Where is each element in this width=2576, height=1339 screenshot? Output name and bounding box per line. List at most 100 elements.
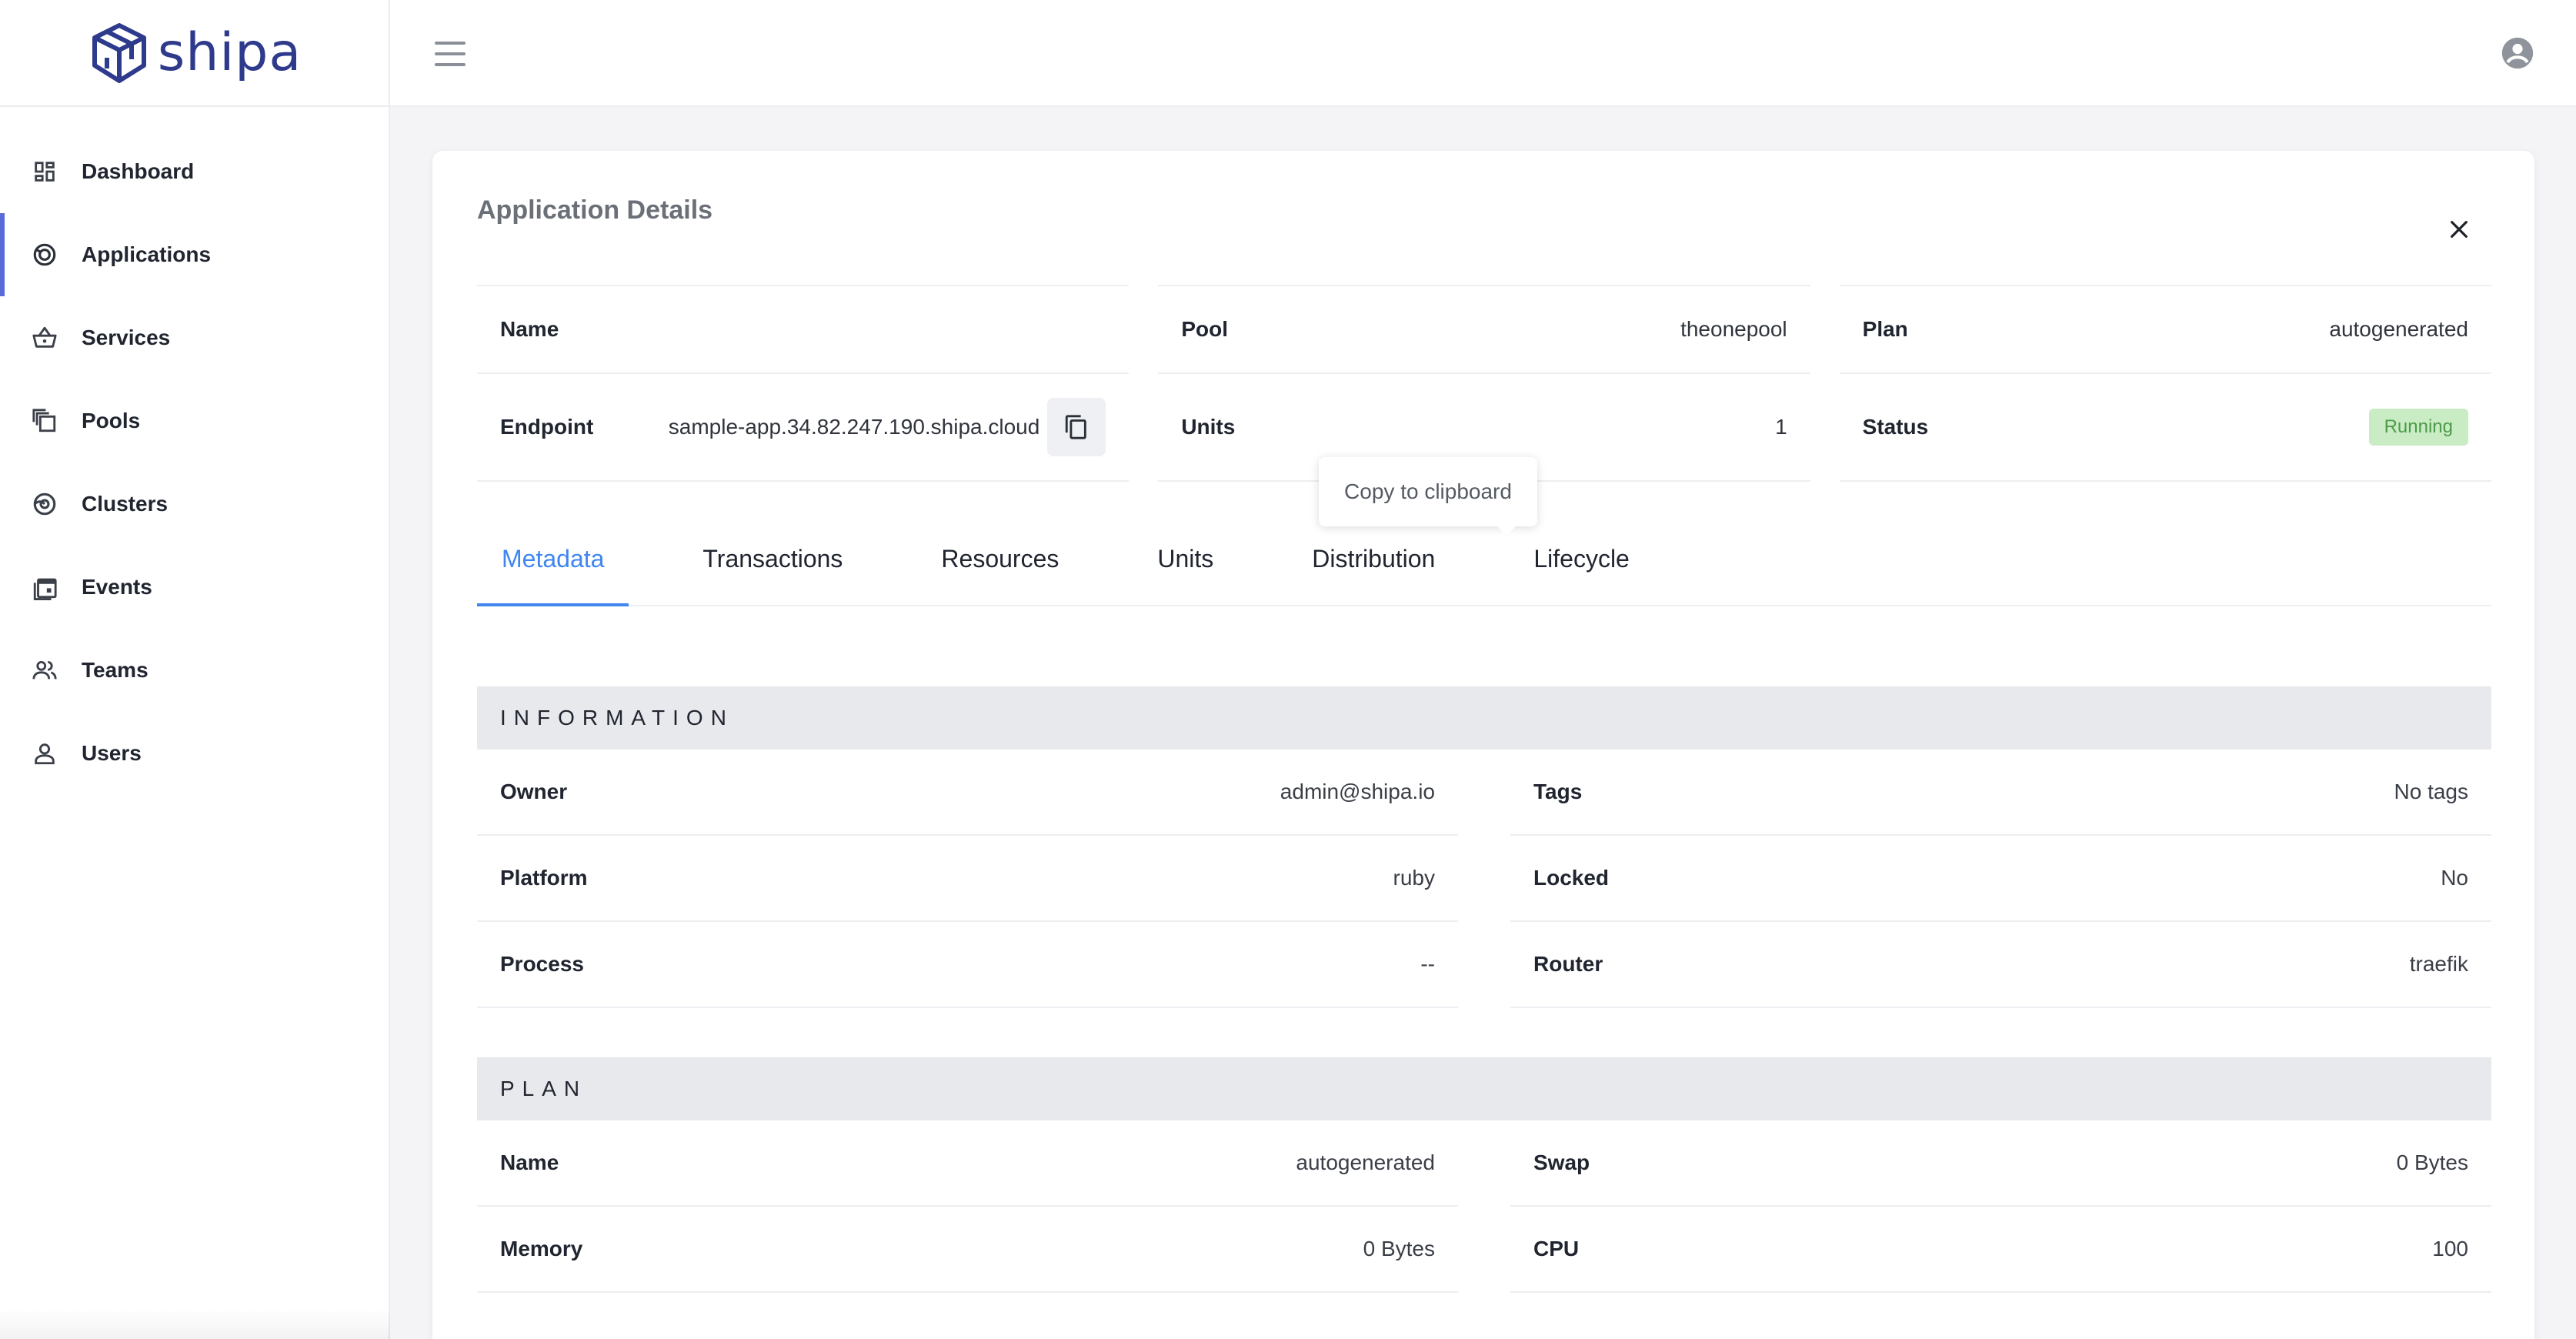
sidebar-item-label: Applications xyxy=(82,242,212,266)
user-icon xyxy=(29,738,60,769)
tab-lifecycle[interactable]: Lifecycle xyxy=(1509,513,1654,605)
sidebar-item-label: Users xyxy=(82,741,142,765)
plan-row: CPU 100 xyxy=(1510,1207,2491,1293)
tab-distribution[interactable]: Distribution xyxy=(1287,513,1460,605)
copy-icon xyxy=(1066,415,1087,439)
plan-heading: PLAN xyxy=(477,1057,2491,1120)
sidebar-item-label: Services xyxy=(82,326,171,349)
sidebar: shipa Dashboard Applications Services Po… xyxy=(0,0,390,1339)
dashboard-icon xyxy=(29,156,60,187)
endpoint-value[interactable]: sample-app.34.82.247.190.shipa.cloud xyxy=(669,415,1040,439)
calendar-icon xyxy=(29,572,60,603)
info-row: Tags No tags xyxy=(1510,750,2491,836)
endpoint-label: Endpoint xyxy=(500,415,594,439)
copy-tooltip: Copy to clipboard xyxy=(1319,457,1537,536)
pools-icon xyxy=(29,406,60,436)
units-value: 1 xyxy=(1775,415,1787,439)
application-details-card: Application Details Name Endpoint sample… xyxy=(432,151,2534,1339)
plan-label: Plan xyxy=(1862,317,1908,341)
sidebar-item-users[interactable]: Users xyxy=(0,712,389,795)
sidebar-footer-shadow xyxy=(0,1308,390,1339)
plan-column-left: Name autogenerated Memory 0 Bytes xyxy=(477,1120,1458,1293)
brand-name: shipa xyxy=(157,22,302,83)
sidebar-item-teams[interactable]: Teams xyxy=(0,629,389,712)
summary-section: Name Endpoint sample-app.34.82.247.190.s… xyxy=(477,285,2491,482)
plan-value: 0 Bytes xyxy=(1363,1237,1435,1261)
summary-row-plan: Plan autogenerated xyxy=(1839,286,2491,374)
page-title: Application Details xyxy=(477,195,713,225)
plan-label: Swap xyxy=(1533,1150,1590,1174)
sidebar-item-label: Clusters xyxy=(82,492,169,516)
clusters-icon xyxy=(29,489,60,519)
plan-value: 100 xyxy=(2432,1237,2468,1261)
sidebar-item-services[interactable]: Services xyxy=(0,296,389,379)
summary-column: Plan autogenerated Status Running xyxy=(1839,285,2491,482)
shipa-logo-icon xyxy=(92,22,146,83)
information-grid: Owner admin@shipa.io Platform ruby Proce… xyxy=(477,750,2491,1008)
plan-row: Swap 0 Bytes xyxy=(1510,1120,2491,1207)
information-heading: INFORMATION xyxy=(477,686,2491,750)
plan-label: CPU xyxy=(1533,1237,1580,1261)
info-value: ruby xyxy=(1393,866,1435,890)
sidebar-item-label: Dashboard xyxy=(82,159,195,183)
plan-value: 0 Bytes xyxy=(2396,1150,2468,1174)
summary-row-endpoint: Endpoint sample-app.34.82.247.190.shipa.… xyxy=(477,374,1130,482)
sidebar-item-label: Teams xyxy=(82,658,148,682)
info-label: Process xyxy=(500,952,584,976)
info-row: Process -- xyxy=(477,922,1458,1008)
sidebar-item-label: Pools xyxy=(82,409,141,432)
information-column-left: Owner admin@shipa.io Platform ruby Proce… xyxy=(477,750,1458,1008)
account-circle-icon[interactable] xyxy=(2501,36,2534,70)
plan-value: autogenerated xyxy=(2329,317,2468,341)
pool-label: Pool xyxy=(1181,317,1228,341)
sidebar-item-dashboard[interactable]: Dashboard xyxy=(0,130,389,213)
plan-column-right: Swap 0 Bytes CPU 100 xyxy=(1510,1120,2491,1293)
team-icon xyxy=(29,655,60,686)
info-value: -- xyxy=(1420,952,1435,976)
plan-grid: Name autogenerated Memory 0 Bytes Swap 0… xyxy=(477,1120,2491,1293)
summary-row-pool: Pool theonepool xyxy=(1158,286,1810,374)
sidebar-item-pools[interactable]: Pools xyxy=(0,379,389,462)
logo-area: shipa xyxy=(0,0,389,107)
info-value: No tags xyxy=(2394,780,2469,803)
plan-label: Name xyxy=(500,1150,559,1174)
summary-row-status: Status Running xyxy=(1839,374,2491,482)
sidebar-item-applications[interactable]: Applications xyxy=(0,213,389,296)
plan-row: Memory 0 Bytes xyxy=(477,1207,1458,1293)
tab-units[interactable]: Units xyxy=(1133,513,1238,605)
info-label: Owner xyxy=(500,780,568,803)
sidebar-item-events[interactable]: Events xyxy=(0,546,389,629)
shipa-logo[interactable]: shipa xyxy=(87,21,302,85)
tab-transactions[interactable]: Transactions xyxy=(678,513,867,605)
info-row: Platform ruby xyxy=(477,836,1458,922)
status-label: Status xyxy=(1862,415,1929,439)
close-icon[interactable] xyxy=(2447,217,2471,242)
summary-column: Pool theonepool Units 1 xyxy=(1158,285,1810,482)
endpoint-wrap: sample-app.34.82.247.190.shipa.cloud xyxy=(669,398,1106,456)
info-label: Platform xyxy=(500,866,588,890)
info-row: Locked No xyxy=(1510,836,2491,922)
plan-row: Name autogenerated xyxy=(477,1120,1458,1207)
info-label: Tags xyxy=(1533,780,1583,803)
tab-metadata[interactable]: Metadata xyxy=(477,513,629,606)
copy-button[interactable] xyxy=(1047,398,1106,456)
sidebar-item-clusters[interactable]: Clusters xyxy=(0,462,389,546)
plan-label: Memory xyxy=(500,1237,583,1261)
info-row: Router traefik xyxy=(1510,922,2491,1008)
name-label: Name xyxy=(500,317,559,341)
summary-column: Name Endpoint sample-app.34.82.247.190.s… xyxy=(477,285,1130,482)
info-value: traefik xyxy=(2409,952,2468,976)
status-badge: Running xyxy=(2368,409,2468,446)
info-value: admin@shipa.io xyxy=(1280,780,1435,803)
hamburger-icon[interactable] xyxy=(435,42,465,66)
tab-resources[interactable]: Resources xyxy=(916,513,1083,605)
information-column-right: Tags No tags Locked No Router traefik xyxy=(1510,750,2491,1008)
basket-icon xyxy=(29,322,60,353)
summary-row-name: Name xyxy=(477,286,1130,374)
pool-value: theonepool xyxy=(1680,317,1787,341)
info-label: Locked xyxy=(1533,866,1610,890)
info-row: Owner admin@shipa.io xyxy=(477,750,1458,836)
info-label: Router xyxy=(1533,952,1603,976)
applications-icon xyxy=(29,239,60,270)
plan-value: autogenerated xyxy=(1296,1150,1435,1174)
